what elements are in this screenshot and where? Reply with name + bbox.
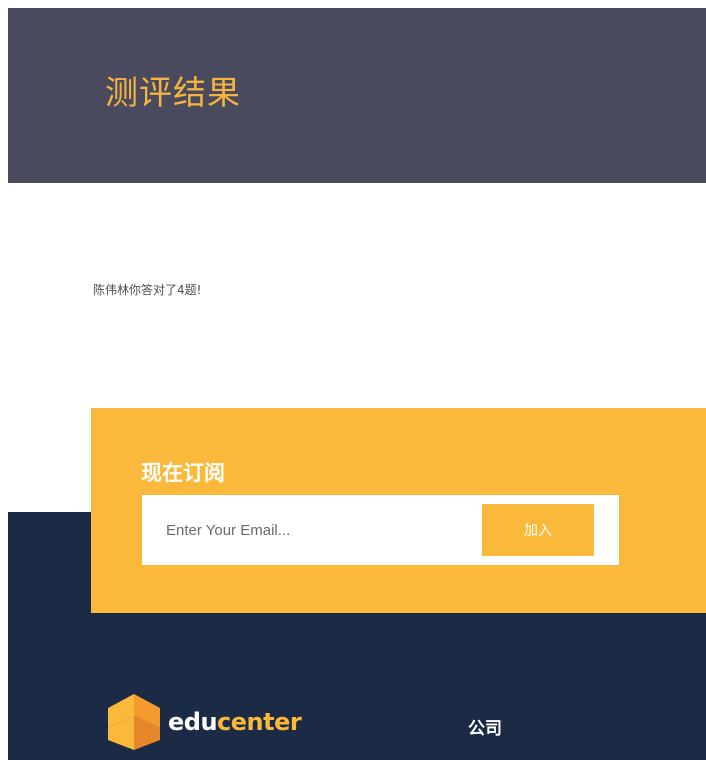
educenter-logo[interactable]: educenter <box>106 694 316 750</box>
subscribe-section: 现在订阅 加入 <box>91 408 706 613</box>
footer-company-heading: 公司 <box>468 719 502 739</box>
logo-text-primary: edu <box>168 708 218 736</box>
page-header-banner: 测评结果 <box>8 8 706 183</box>
cube-logo-icon <box>108 694 160 750</box>
page-title: 测评结果 <box>105 73 241 112</box>
subscribe-form: 加入 <box>142 495 619 565</box>
email-input[interactable] <box>142 495 472 565</box>
quiz-result-message: 陈伟林你答对了4题! <box>93 283 202 297</box>
logo-text-accent: center <box>217 708 302 736</box>
subscribe-title: 现在订阅 <box>141 461 225 485</box>
join-button[interactable]: 加入 <box>482 504 594 556</box>
logo-wordmark: educenter <box>168 708 302 736</box>
